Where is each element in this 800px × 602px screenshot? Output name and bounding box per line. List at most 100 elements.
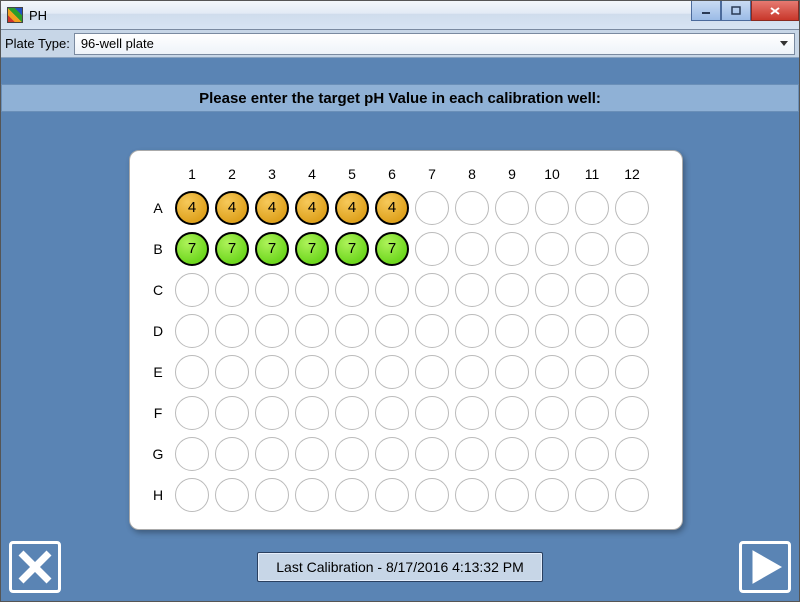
- well-D1[interactable]: [175, 314, 209, 348]
- well-B11[interactable]: [575, 232, 609, 266]
- plate-type-select[interactable]: 96-well plate: [74, 33, 795, 55]
- well-H2[interactable]: [215, 478, 249, 512]
- well-E4[interactable]: [295, 355, 329, 389]
- well-H3[interactable]: [255, 478, 289, 512]
- well-B1[interactable]: 7: [175, 232, 209, 266]
- well-G4[interactable]: [295, 437, 329, 471]
- well-E11[interactable]: [575, 355, 609, 389]
- well-E3[interactable]: [255, 355, 289, 389]
- well-C7[interactable]: [415, 273, 449, 307]
- well-B9[interactable]: [495, 232, 529, 266]
- well-E7[interactable]: [415, 355, 449, 389]
- well-F8[interactable]: [455, 396, 489, 430]
- well-F12[interactable]: [615, 396, 649, 430]
- well-F10[interactable]: [535, 396, 569, 430]
- well-D12[interactable]: [615, 314, 649, 348]
- well-E2[interactable]: [215, 355, 249, 389]
- well-H9[interactable]: [495, 478, 529, 512]
- well-A11[interactable]: [575, 191, 609, 225]
- well-F3[interactable]: [255, 396, 289, 430]
- well-D5[interactable]: [335, 314, 369, 348]
- well-G9[interactable]: [495, 437, 529, 471]
- well-G5[interactable]: [335, 437, 369, 471]
- well-C8[interactable]: [455, 273, 489, 307]
- well-G11[interactable]: [575, 437, 609, 471]
- well-C12[interactable]: [615, 273, 649, 307]
- well-A2[interactable]: 4: [215, 191, 249, 225]
- well-B7[interactable]: [415, 232, 449, 266]
- well-E6[interactable]: [375, 355, 409, 389]
- well-F9[interactable]: [495, 396, 529, 430]
- well-B6[interactable]: 7: [375, 232, 409, 266]
- well-F4[interactable]: [295, 396, 329, 430]
- minimize-button[interactable]: [691, 1, 721, 21]
- well-B3[interactable]: 7: [255, 232, 289, 266]
- well-G10[interactable]: [535, 437, 569, 471]
- well-A12[interactable]: [615, 191, 649, 225]
- next-button[interactable]: [739, 541, 791, 593]
- well-B12[interactable]: [615, 232, 649, 266]
- well-D9[interactable]: [495, 314, 529, 348]
- well-E10[interactable]: [535, 355, 569, 389]
- well-C1[interactable]: [175, 273, 209, 307]
- well-C2[interactable]: [215, 273, 249, 307]
- well-E9[interactable]: [495, 355, 529, 389]
- well-E5[interactable]: [335, 355, 369, 389]
- well-C11[interactable]: [575, 273, 609, 307]
- well-F7[interactable]: [415, 396, 449, 430]
- well-H5[interactable]: [335, 478, 369, 512]
- well-A4[interactable]: 4: [295, 191, 329, 225]
- well-D11[interactable]: [575, 314, 609, 348]
- cancel-button[interactable]: [9, 541, 61, 593]
- well-B5[interactable]: 7: [335, 232, 369, 266]
- well-F11[interactable]: [575, 396, 609, 430]
- well-A8[interactable]: [455, 191, 489, 225]
- well-G3[interactable]: [255, 437, 289, 471]
- well-G12[interactable]: [615, 437, 649, 471]
- well-H12[interactable]: [615, 478, 649, 512]
- well-D2[interactable]: [215, 314, 249, 348]
- well-B8[interactable]: [455, 232, 489, 266]
- well-D6[interactable]: [375, 314, 409, 348]
- well-G8[interactable]: [455, 437, 489, 471]
- well-H11[interactable]: [575, 478, 609, 512]
- well-D3[interactable]: [255, 314, 289, 348]
- well-H8[interactable]: [455, 478, 489, 512]
- well-B2[interactable]: 7: [215, 232, 249, 266]
- well-H1[interactable]: [175, 478, 209, 512]
- well-G6[interactable]: [375, 437, 409, 471]
- well-A7[interactable]: [415, 191, 449, 225]
- well-B4[interactable]: 7: [295, 232, 329, 266]
- well-A10[interactable]: [535, 191, 569, 225]
- well-D7[interactable]: [415, 314, 449, 348]
- well-D8[interactable]: [455, 314, 489, 348]
- well-A9[interactable]: [495, 191, 529, 225]
- well-D10[interactable]: [535, 314, 569, 348]
- well-H7[interactable]: [415, 478, 449, 512]
- well-E12[interactable]: [615, 355, 649, 389]
- well-H4[interactable]: [295, 478, 329, 512]
- well-C10[interactable]: [535, 273, 569, 307]
- well-E8[interactable]: [455, 355, 489, 389]
- well-G7[interactable]: [415, 437, 449, 471]
- well-H10[interactable]: [535, 478, 569, 512]
- well-E1[interactable]: [175, 355, 209, 389]
- well-F2[interactable]: [215, 396, 249, 430]
- well-F1[interactable]: [175, 396, 209, 430]
- well-F5[interactable]: [335, 396, 369, 430]
- well-H6[interactable]: [375, 478, 409, 512]
- well-C6[interactable]: [375, 273, 409, 307]
- well-G2[interactable]: [215, 437, 249, 471]
- well-B10[interactable]: [535, 232, 569, 266]
- well-A5[interactable]: 4: [335, 191, 369, 225]
- well-G1[interactable]: [175, 437, 209, 471]
- well-C4[interactable]: [295, 273, 329, 307]
- well-C3[interactable]: [255, 273, 289, 307]
- well-A6[interactable]: 4: [375, 191, 409, 225]
- well-C9[interactable]: [495, 273, 529, 307]
- well-A3[interactable]: 4: [255, 191, 289, 225]
- well-A1[interactable]: 4: [175, 191, 209, 225]
- well-C5[interactable]: [335, 273, 369, 307]
- well-F6[interactable]: [375, 396, 409, 430]
- well-D4[interactable]: [295, 314, 329, 348]
